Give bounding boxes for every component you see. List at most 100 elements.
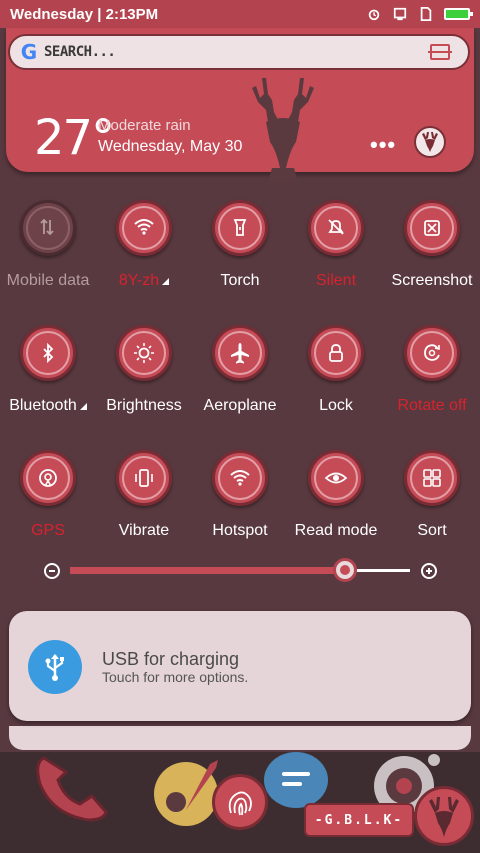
deer-silhouette-icon — [252, 78, 314, 182]
toggle-rotate-off[interactable]: Rotate off — [384, 325, 480, 435]
wifi-icon — [134, 219, 154, 235]
toggle-label: Torch — [220, 272, 260, 289]
screenshot-icon — [424, 220, 440, 236]
sort-icon-wrap — [407, 453, 457, 503]
rotate-icon-wrap — [407, 328, 457, 378]
search-bar[interactable]: G SEARCH... — [8, 34, 470, 70]
screen-icon — [393, 7, 407, 21]
lock-icon — [329, 344, 343, 362]
battery-icon — [444, 8, 473, 20]
deer-avatar-icon — [422, 132, 438, 152]
toggle-label: Rotate off — [397, 397, 467, 414]
toggle-brightness[interactable]: Brightness — [96, 325, 192, 435]
bluetooth-icon-wrap — [23, 328, 73, 378]
toggle-read-mode[interactable]: Read mode — [288, 450, 384, 560]
toggle-vibrate[interactable]: Vibrate — [96, 450, 192, 560]
toggle-button[interactable] — [20, 325, 76, 381]
silent-icon-wrap — [311, 203, 361, 253]
vibrate-icon-wrap — [119, 453, 169, 503]
brightness-decrease-icon[interactable] — [44, 563, 60, 579]
fingerprint-icon — [228, 791, 252, 816]
toggle-label: Bluetooth — [0, 397, 102, 415]
toggle-lock[interactable]: Lock — [288, 325, 384, 435]
toggle-button[interactable] — [308, 450, 364, 506]
aeroplane-icon-wrap — [215, 328, 265, 378]
toggle-label: GPS — [31, 522, 65, 539]
mobile-data-icon-wrap — [23, 203, 73, 253]
toggle-gps[interactable]: GPS — [0, 450, 96, 560]
toggle-label: Silent — [315, 272, 357, 289]
mobile-data-icon — [40, 218, 54, 236]
gps-icon — [39, 469, 57, 487]
hotspot-icon — [230, 470, 250, 486]
hotspot-icon-wrap — [215, 453, 265, 503]
fingerprint-button[interactable] — [212, 774, 268, 830]
toggle-label: Aeroplane — [203, 397, 277, 414]
weather-condition: Moderate rain — [98, 117, 191, 134]
brightness-slider-handle[interactable] — [333, 558, 357, 582]
brightness-icon-wrap — [119, 328, 169, 378]
theme-badge[interactable] — [414, 786, 474, 846]
read-mode-icon — [324, 472, 348, 484]
toggle-label: Vibrate — [118, 522, 170, 539]
toggle-button[interactable] — [212, 200, 268, 256]
weather-date: Wednesday, May 30 — [98, 138, 243, 155]
toggle-button[interactable] — [20, 450, 76, 506]
alarm-icon — [368, 9, 380, 21]
bluetooth-icon — [43, 342, 54, 364]
toggle-sort[interactable]: Sort — [384, 450, 480, 560]
rotate-icon — [424, 344, 440, 361]
brightness-slider[interactable] — [70, 558, 410, 582]
toggle-hotspot[interactable]: Hotspot — [192, 450, 288, 560]
toggle-button[interactable] — [212, 450, 268, 506]
dropdown-caret-icon — [162, 278, 170, 285]
toggle-label: 8Y-zh — [90, 272, 198, 290]
profile-avatar[interactable] — [414, 126, 446, 158]
toggle-label: Mobile data — [6, 272, 90, 289]
toggle-button[interactable] — [116, 200, 172, 256]
gblk-badge[interactable]: -G.B.L.K- — [304, 803, 414, 837]
toggle-button[interactable] — [20, 200, 76, 256]
google-logo-icon: G — [20, 40, 38, 64]
gps-icon-wrap — [23, 453, 73, 503]
toggle-button[interactable] — [404, 450, 460, 506]
torch-icon — [233, 219, 247, 236]
toggle-mobile-data[interactable]: Mobile data — [0, 200, 96, 310]
search-input[interactable]: SEARCH... — [44, 44, 116, 60]
lock-icon-wrap — [311, 328, 361, 378]
toggle-8y-zh[interactable]: 8Y-zh — [96, 200, 192, 310]
scan-icon[interactable] — [428, 44, 452, 60]
toggle-silent[interactable]: Silent — [288, 200, 384, 310]
brightness-slider-fill — [70, 567, 345, 574]
toggle-button[interactable] — [404, 325, 460, 381]
toggle-label: Screenshot — [391, 272, 473, 289]
screenshot-icon-wrap — [407, 203, 457, 253]
toggle-button[interactable] — [308, 325, 364, 381]
toggle-button[interactable] — [116, 325, 172, 381]
toggle-bluetooth[interactable]: Bluetooth — [0, 325, 96, 435]
notification-stack-edge — [9, 726, 471, 750]
more-options-button[interactable]: ••• — [370, 132, 396, 158]
vibrate-icon — [135, 469, 153, 487]
sim-icon — [420, 7, 432, 21]
status-bar: Wednesday | 2:13PM — [0, 0, 480, 28]
status-time: Wednesday | 2:13PM — [10, 5, 159, 23]
dropdown-caret-icon — [79, 403, 87, 410]
deer-badge-icon — [429, 797, 459, 837]
phone-icon[interactable] — [34, 754, 114, 824]
notification-title: USB for charging — [102, 649, 240, 669]
toggle-button[interactable] — [212, 325, 268, 381]
toggle-label: Sort — [417, 522, 447, 539]
toggle-screenshot[interactable]: Screenshot — [384, 200, 480, 310]
toggle-button[interactable] — [308, 200, 364, 256]
toggle-torch[interactable]: Torch — [192, 200, 288, 310]
toggle-button[interactable] — [404, 200, 460, 256]
read-mode-icon-wrap — [311, 453, 361, 503]
notification-subtitle: Touch for more options. — [102, 669, 249, 685]
toggle-button[interactable] — [116, 450, 172, 506]
toggle-aeroplane[interactable]: Aeroplane — [192, 325, 288, 435]
torch-icon-wrap — [215, 203, 265, 253]
brightness-increase-icon[interactable] — [421, 563, 437, 579]
brightness-icon — [134, 343, 154, 363]
silent-icon — [328, 219, 344, 235]
